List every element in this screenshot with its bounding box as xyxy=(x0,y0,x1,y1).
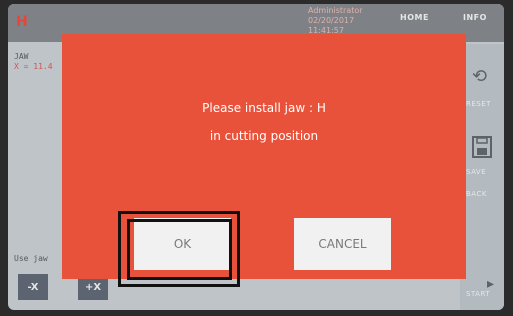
use-jaw-label: Use jaw xyxy=(14,254,48,263)
right-toolbar: ⟲ RESET SAVE BACK ▸ START xyxy=(460,44,504,310)
info-button[interactable]: INFO xyxy=(463,13,487,22)
date-label: 02/20/2017 xyxy=(308,16,355,25)
ok-highlight-inner-frame xyxy=(127,219,232,280)
back-button[interactable]: BACK xyxy=(466,190,487,198)
minus-x-button[interactable]: -X xyxy=(18,274,48,300)
reset-icon[interactable]: ⟲ xyxy=(472,66,487,87)
save-button[interactable]: SAVE xyxy=(466,168,486,176)
start-button[interactable]: START xyxy=(466,290,490,298)
save-icon[interactable] xyxy=(472,136,492,163)
x-coordinate: X = 11.4 xyxy=(14,62,53,71)
user-name: Administrator xyxy=(308,6,363,15)
dialog-message-line-2: in cutting position xyxy=(209,129,319,143)
cancel-button[interactable]: CANCEL xyxy=(294,218,391,270)
reset-button[interactable]: RESET xyxy=(466,100,491,108)
dialog-message-line-1: Please install jaw : H xyxy=(202,101,326,115)
user-info: Administrator 02/20/2017 11:41:57 xyxy=(308,6,363,36)
jaw-label: JAW xyxy=(14,52,29,61)
app-logo: H xyxy=(16,14,28,30)
left-panel: JAW X = 11.4 xyxy=(14,52,53,72)
home-button[interactable]: HOME xyxy=(400,13,429,22)
